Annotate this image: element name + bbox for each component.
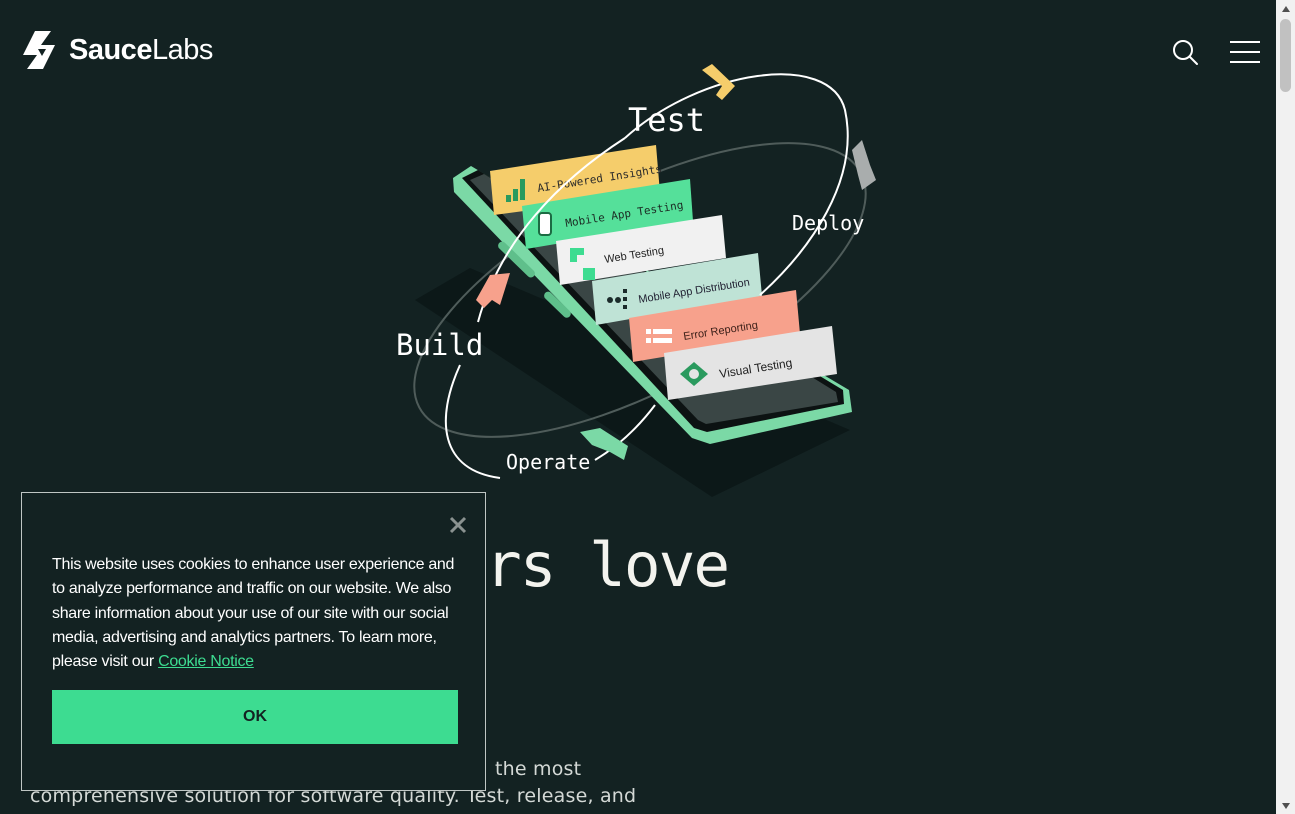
brand-name: SauceLabs [69, 33, 213, 66]
brand-name-regular: Labs [151, 33, 213, 66]
close-icon[interactable] [448, 515, 468, 535]
scrollbar-thumb[interactable] [1280, 19, 1291, 92]
scroll-down-arrow-icon[interactable] [1276, 797, 1295, 814]
brand-name-bold: Sauce [69, 33, 152, 66]
scrollbar[interactable] [1276, 0, 1295, 814]
cycle-label-test: Test [628, 101, 705, 139]
page: SauceLabs AI-Powered Insights Mobile App… [0, 0, 1276, 814]
hero-illustration: AI-Powered Insights Mobile App Testing W… [396, 64, 876, 497]
yellow-shape [702, 64, 735, 100]
cookie-banner: This website uses cookies to enhance use… [21, 492, 486, 791]
cycle-label-deploy: Deploy [792, 211, 864, 235]
cookie-banner-text: This website uses cookies to enhance use… [52, 553, 462, 674]
scroll-up-arrow-icon[interactable] [1276, 0, 1295, 17]
search-icon [1173, 40, 1198, 65]
menu-button[interactable] [1229, 36, 1261, 68]
hamburger-menu-icon [1230, 41, 1260, 63]
saucelabs-logo[interactable]: SauceLabs [21, 29, 213, 71]
saucelabs-logo-icon [23, 31, 55, 69]
cookie-ok-button[interactable]: OK [52, 690, 458, 744]
cycle-label-build: Build [396, 328, 483, 362]
search-button[interactable] [1169, 36, 1201, 68]
phone-icon [538, 212, 552, 236]
hero-headline: rs love [485, 530, 730, 601]
cycle-label-operate: Operate [506, 450, 590, 474]
cookie-notice-link[interactable]: Cookie Notice [158, 653, 254, 670]
